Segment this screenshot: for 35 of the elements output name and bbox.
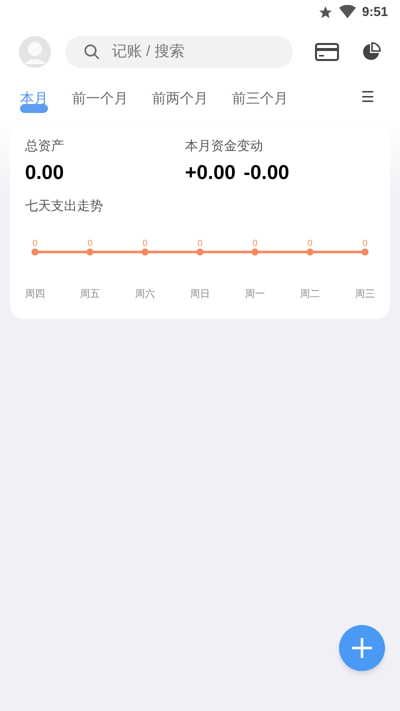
day-label: 周五 (80, 289, 100, 300)
card-icon[interactable] (315, 43, 339, 61)
month-tab[interactable]: 前一个月 (72, 89, 128, 113)
day-label: 周四 (25, 289, 45, 300)
amount-label: 0 (308, 238, 312, 248)
day-label: 周三 (355, 289, 375, 300)
pie-chart-icon[interactable] (361, 42, 381, 62)
day-label: 周一 (245, 289, 265, 300)
month-tab[interactable]: 本月 (20, 89, 48, 113)
amount-label: 0 (142, 238, 148, 248)
day-label: 周六 (135, 289, 155, 300)
amount-label: 0 (252, 238, 258, 248)
plus-icon (351, 637, 373, 659)
status-time: 9:51 (362, 3, 388, 22)
amount-label: 0 (362, 238, 368, 248)
amount-label: 0 (32, 238, 38, 248)
total-assets-label: 总资产 (25, 137, 65, 155)
month-tab[interactable]: 前三个月 (232, 89, 288, 113)
star-icon (318, 4, 333, 20)
search-icon (83, 43, 101, 61)
search-input[interactable]: 记账 / 搜索 (112, 40, 262, 64)
month-tab[interactable]: 前两个月 (152, 89, 208, 113)
amount-label: 0 (88, 238, 92, 248)
wifi-icon (338, 5, 356, 19)
monthly-change-label: 本月资金变动 (185, 137, 264, 155)
amount-label: 0 (198, 238, 202, 248)
day-label: 周二 (300, 289, 320, 300)
chart-title: 七天支出走势 (25, 196, 104, 214)
expense-value: -0.00 (244, 160, 290, 186)
add-button[interactable] (339, 625, 385, 671)
menu-icon[interactable]: ☰ (361, 86, 374, 110)
total-assets-value: 0.00 (25, 160, 65, 186)
day-label: 周日 (190, 289, 210, 300)
income-value: +0.00 (185, 160, 236, 186)
search-field[interactable]: 记账 / 搜索 (65, 36, 293, 68)
